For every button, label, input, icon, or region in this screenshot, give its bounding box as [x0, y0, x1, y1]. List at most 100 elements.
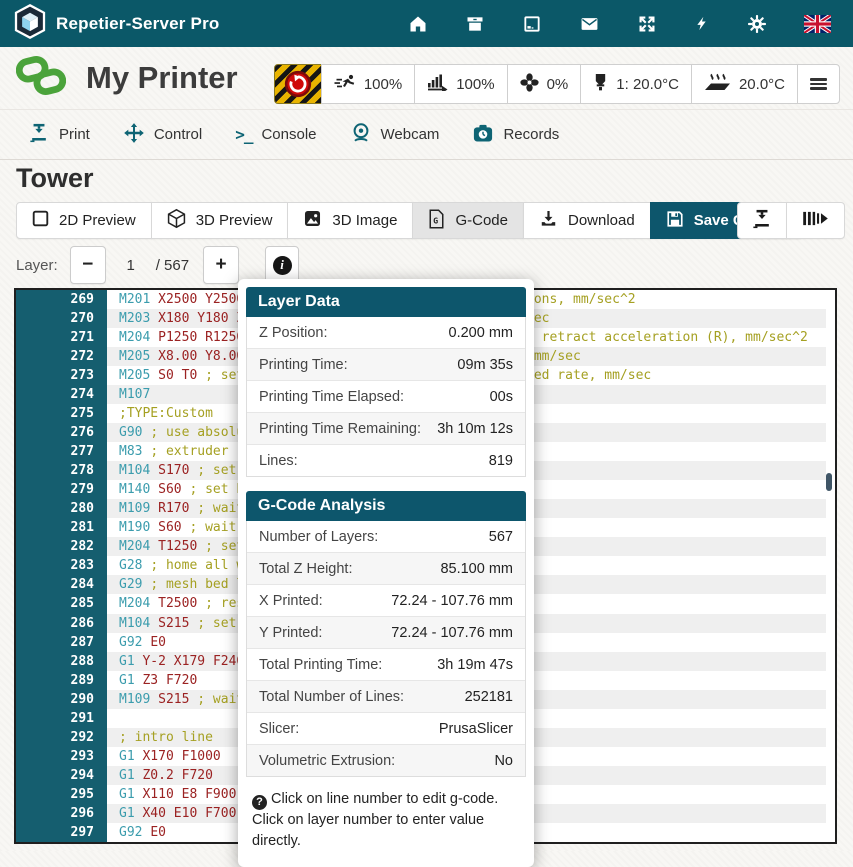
gcode-line-number[interactable]: 288 — [16, 652, 107, 671]
layer-increment-button[interactable]: + — [203, 246, 239, 284]
tab-webcam-label: Webcam — [381, 126, 440, 143]
layer-total: / 567 — [156, 257, 189, 274]
tab-control[interactable]: Control — [123, 122, 202, 148]
stat-label: Total Z Height: — [259, 561, 353, 577]
navbar-icons — [408, 13, 839, 34]
tab-console[interactable]: >_ Console — [235, 125, 316, 144]
gcode-line-number[interactable]: 285 — [16, 594, 107, 613]
gcode-line-number[interactable]: 289 — [16, 671, 107, 690]
layer-info-popup: Layer Data Z Position:0.200 mmPrinting T… — [238, 279, 534, 867]
fan-button[interactable]: 0% — [507, 64, 582, 104]
gcode-line-number[interactable]: 290 — [16, 690, 107, 709]
fan-icon — [520, 73, 539, 96]
console-prompt-icon: >_ — [235, 125, 252, 144]
gcode-line-number[interactable]: 277 — [16, 442, 107, 461]
print-model-button[interactable] — [737, 202, 787, 239]
stat-value: 819 — [489, 453, 513, 469]
gcode-line-number[interactable]: 294 — [16, 766, 107, 785]
stat-label: Printing Time: — [259, 357, 348, 373]
tab-records[interactable]: Records — [472, 123, 559, 147]
2d-preview-button[interactable]: 2D Preview — [16, 202, 152, 239]
uk-flag-icon[interactable] — [804, 15, 831, 33]
printer-tabs: Print Control >_ Console Webcam Records — [0, 110, 853, 160]
3d-image-button[interactable]: 3D Image — [287, 202, 413, 239]
gcode-line-number[interactable]: 273 — [16, 366, 107, 385]
app-logo-icon[interactable] — [14, 4, 46, 44]
gcode-line-number[interactable]: 270 — [16, 309, 107, 328]
gcode-file-icon: G — [428, 209, 445, 233]
settings-icon[interactable] — [747, 14, 767, 34]
gcode-line-number[interactable]: 295 — [16, 785, 107, 804]
3d-preview-label: 3D Preview — [196, 212, 273, 229]
extruder-temp-value: 1: 20.0°C — [616, 76, 679, 93]
gcode-line-number[interactable]: 269 — [16, 290, 107, 309]
gcode-line-number[interactable]: 275 — [16, 404, 107, 423]
svg-text:G: G — [434, 215, 439, 225]
gcode-line-number[interactable]: 279 — [16, 480, 107, 499]
stat-row: Z Position:0.200 mm — [247, 317, 525, 348]
extruder-icon — [593, 73, 608, 95]
speed-multiplier-button[interactable]: 100% — [321, 64, 415, 104]
help-icon: ? — [252, 795, 267, 810]
layer-decrement-button[interactable]: − — [70, 246, 106, 284]
stat-label: Total Number of Lines: — [259, 689, 404, 705]
tab-webcam[interactable]: Webcam — [350, 122, 440, 148]
gcode-scrollbar-thumb[interactable] — [826, 473, 832, 491]
gcode-line-number[interactable]: 278 — [16, 461, 107, 480]
gcode-line-number[interactable]: 293 — [16, 747, 107, 766]
speed-value: 100% — [364, 76, 402, 93]
gcode-analysis-table: Number of Layers:567Total Z Height:85.10… — [246, 521, 526, 777]
home-icon[interactable] — [408, 14, 428, 34]
gcode-line-number[interactable]: 274 — [16, 385, 107, 404]
archive-icon[interactable] — [465, 14, 485, 34]
layers-play-icon — [802, 210, 829, 231]
gcode-line-number[interactable]: 276 — [16, 423, 107, 442]
layer-data-table: Z Position:0.200 mmPrinting Time:09m 35s… — [246, 317, 526, 477]
printer-menu-button[interactable] — [797, 64, 840, 104]
emergency-stop-button[interactable] — [274, 64, 322, 104]
gcode-line-number[interactable]: 291 — [16, 709, 107, 728]
top-navbar: Repetier-Server Pro — [0, 0, 853, 47]
stat-row: Printing Time Elapsed:00s — [247, 380, 525, 412]
fullscreen-icon[interactable] — [637, 14, 657, 34]
mail-icon[interactable] — [579, 14, 600, 34]
gcode-line-number[interactable]: 271 — [16, 328, 107, 347]
info-icon: i — [273, 256, 292, 275]
power-icon[interactable] — [694, 13, 710, 34]
stat-row: Printing Time:09m 35s — [247, 348, 525, 380]
gcode-line-number[interactable]: 280 — [16, 499, 107, 518]
tab-print[interactable]: Print — [28, 123, 90, 147]
bed-temp-value: 20.0°C — [739, 76, 785, 93]
gcode-line-number[interactable]: 297 — [16, 823, 107, 842]
continue-from-layer-button[interactable] — [786, 202, 845, 239]
stat-label: Slicer: — [259, 721, 299, 737]
3d-image-label: 3D Image — [332, 212, 397, 229]
stat-value: 72.24 - 107.76 mm — [391, 625, 513, 641]
gcode-line-number[interactable]: 287 — [16, 633, 107, 652]
gcode-line-number[interactable]: 292 — [16, 728, 107, 747]
gcode-label: G-Code — [455, 212, 508, 229]
download-button[interactable]: Download — [523, 202, 651, 239]
stat-value: 3h 10m 12s — [437, 421, 513, 437]
3d-preview-button[interactable]: 3D Preview — [151, 202, 289, 239]
stat-label: Total Printing Time: — [259, 657, 382, 673]
gcode-line-number[interactable]: 296 — [16, 804, 107, 823]
gcode-line-number[interactable]: 272 — [16, 347, 107, 366]
bed-temp-button[interactable]: 20.0°C — [691, 64, 798, 104]
cube-icon — [167, 208, 186, 233]
print-frame-icon[interactable] — [522, 14, 542, 34]
gcode-line-number[interactable]: 281 — [16, 518, 107, 537]
gcode-analysis-section: G-Code Analysis Number of Layers:567Tota… — [246, 491, 526, 777]
gcode-line-number[interactable]: 286 — [16, 614, 107, 633]
gcode-line-number[interactable]: 284 — [16, 575, 107, 594]
gcode-line-number[interactable]: 283 — [16, 556, 107, 575]
gcode-button[interactable]: G G-Code — [412, 202, 524, 239]
gcode-line-number[interactable]: 282 — [16, 537, 107, 556]
tab-records-label: Records — [503, 126, 559, 143]
stat-value: 72.24 - 107.76 mm — [391, 593, 513, 609]
popup-help-text: Click on line number to edit g-code. Cli… — [252, 791, 498, 849]
extruder-temp-button[interactable]: 1: 20.0°C — [580, 64, 692, 104]
layer-current-value[interactable]: 1 — [106, 257, 156, 274]
image-icon — [303, 209, 322, 232]
flow-multiplier-button[interactable]: 100% — [414, 64, 507, 104]
